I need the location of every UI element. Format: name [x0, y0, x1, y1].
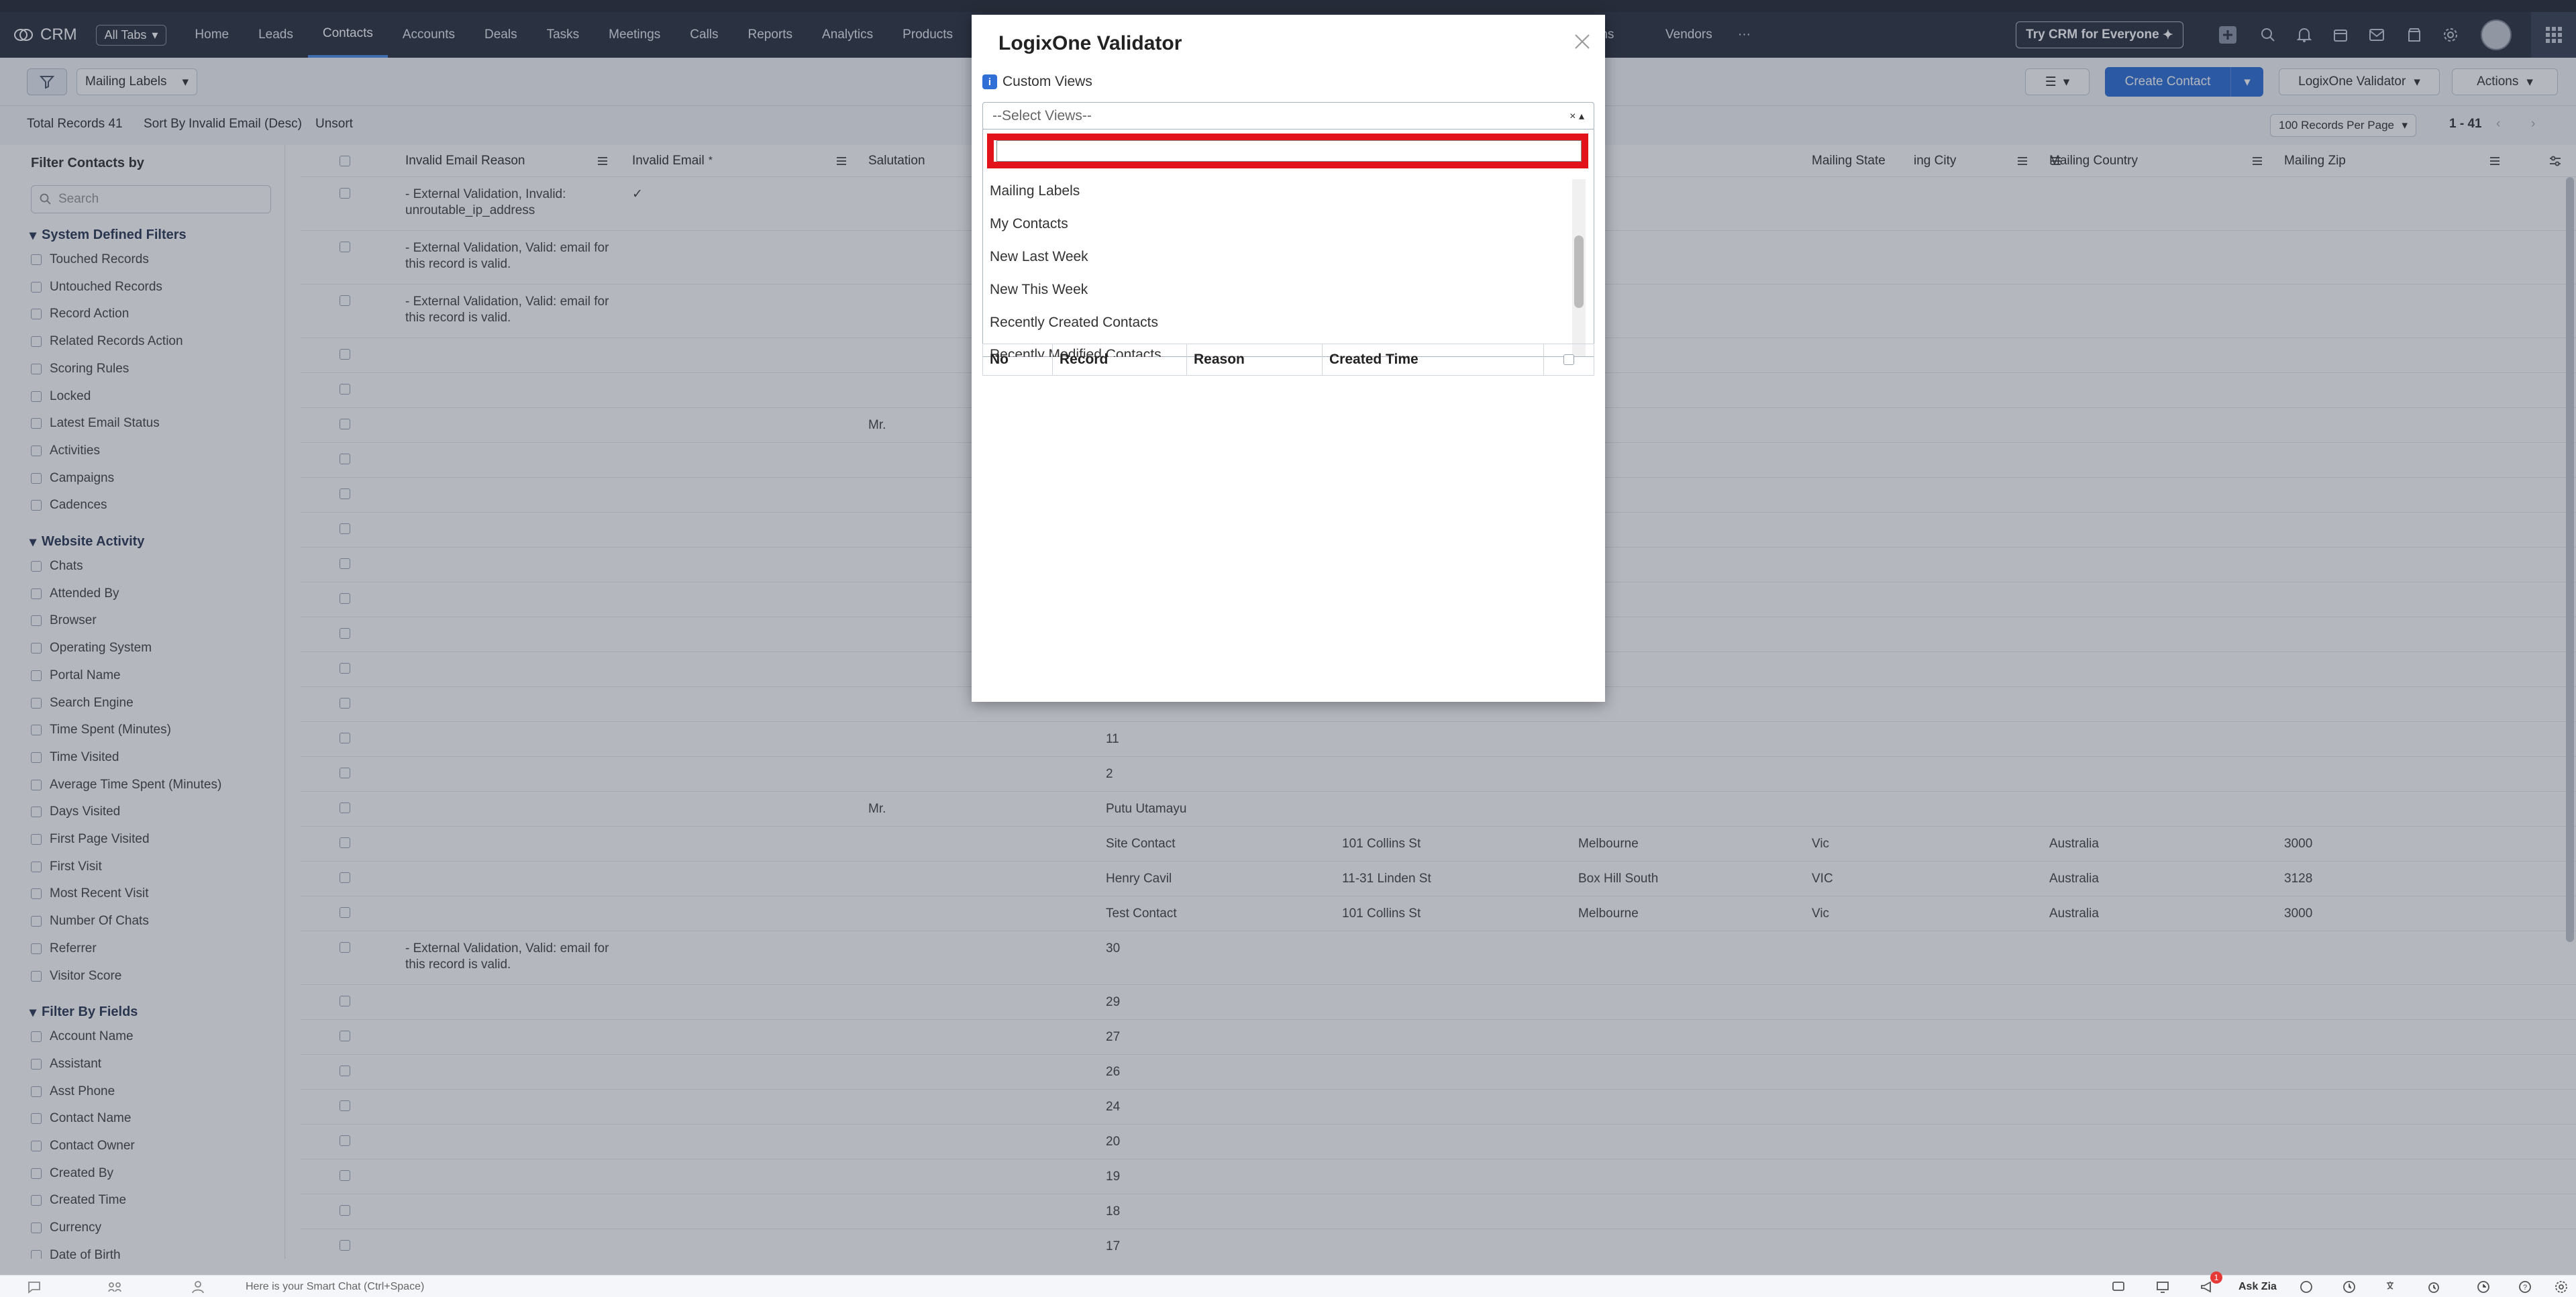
smart-chat-hint[interactable]: Here is your Smart Chat (Ctrl+Space)	[246, 1281, 424, 1293]
bottom-bar: Here is your Smart Chat (Ctrl+Space) 1 A…	[0, 1272, 2576, 1297]
logixone-validator-dialog: LogixOne Validator i Custom Views --Sele…	[972, 15, 1605, 702]
results-col-created-time: Created Time	[1323, 344, 1544, 375]
views-search-input[interactable]	[996, 140, 1582, 162]
option-recently-created[interactable]: Recently Created Contacts	[990, 315, 1158, 331]
dropdown-scrollbar[interactable]	[1572, 179, 1586, 356]
settings-icon[interactable]	[2554, 1280, 2569, 1294]
scrollbar-thumb[interactable]	[1574, 236, 1584, 308]
option-my-contacts[interactable]: My Contacts	[990, 216, 1068, 232]
history-icon[interactable]	[2342, 1280, 2357, 1294]
option-mailing-labels[interactable]: Mailing Labels	[990, 183, 1080, 199]
help-icon[interactable]: ?	[2518, 1280, 2532, 1294]
results-col-no: No	[983, 344, 1053, 375]
option-new-last-week[interactable]: New Last Week	[990, 249, 1088, 265]
results-col-record: Record	[1053, 344, 1187, 375]
chevron-up-icon[interactable]: ▴	[1579, 111, 1584, 122]
option-new-this-week[interactable]: New This Week	[990, 282, 1088, 298]
chat-icon[interactable]	[27, 1280, 42, 1294]
results-table-header: No Record Reason Created Time	[982, 344, 1594, 376]
results-select-all[interactable]	[1544, 354, 1594, 365]
translate-icon[interactable]	[2385, 1280, 2400, 1294]
results-checkbox[interactable]	[1563, 354, 1574, 365]
alarm-icon[interactable]	[2426, 1280, 2441, 1294]
svg-text:?: ?	[2523, 1284, 2527, 1292]
custom-views-label: i Custom Views	[982, 74, 1092, 90]
select-views-dropdown[interactable]: --Select Views-- × ▴	[982, 102, 1594, 130]
screen-icon[interactable]	[2155, 1280, 2170, 1294]
clear-selection-icon[interactable]: ×	[1569, 111, 1576, 122]
ask-zia-button[interactable]: Ask Zia	[2238, 1281, 2277, 1293]
notification-badge: 1	[2210, 1272, 2222, 1284]
contacts-icon[interactable]	[191, 1280, 205, 1294]
views-dropdown-list: Mailing Labels My Contacts New Last Week…	[982, 129, 1594, 357]
info-icon: i	[982, 74, 997, 89]
zia-icon[interactable]	[2299, 1280, 2314, 1294]
recent-icon[interactable]	[2476, 1280, 2491, 1294]
channels-icon[interactable]	[107, 1280, 122, 1294]
message-icon[interactable]	[2111, 1280, 2126, 1294]
select-views-placeholder: --Select Views--	[992, 108, 1092, 123]
custom-views-text: Custom Views	[1002, 74, 1092, 89]
dialog-title: LogixOne Validator	[998, 32, 1182, 54]
close-icon[interactable]	[1569, 28, 1596, 55]
results-col-reason: Reason	[1187, 344, 1323, 375]
